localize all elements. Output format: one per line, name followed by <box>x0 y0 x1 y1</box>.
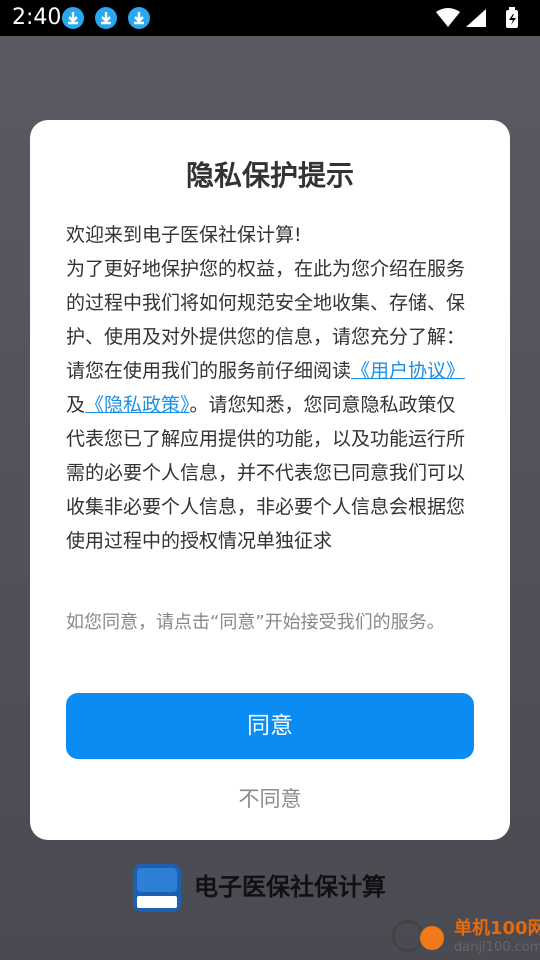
app-name: 电子医保社保计算 <box>194 873 386 901</box>
download-icon <box>62 7 84 29</box>
user-agreement-link[interactable]: 《用户协议》 <box>351 360 465 382</box>
logo-band <box>137 896 177 908</box>
watermark-name: 单机100网 <box>454 918 540 939</box>
agree-button[interactable]: 同意 <box>66 693 474 759</box>
disagree-button[interactable]: 不同意 <box>66 777 474 821</box>
watermark-url: danji100.com <box>454 940 540 955</box>
status-bar: 2:40 <box>0 0 540 36</box>
status-icons <box>434 6 530 30</box>
privacy-policy-link[interactable]: 《隐私政策》 <box>85 394 190 416</box>
watermark-dot-icon <box>420 926 444 950</box>
and-text: 及 <box>66 394 86 416</box>
status-time: 2:40 <box>12 5 62 30</box>
logo-shape <box>137 868 177 892</box>
intro-text: 为了更好地保护您的权益，在此为您介绍在服务的过程中我们将如何规范安全地收集、存储… <box>66 258 466 348</box>
read-instruction: 请您在使用我们的服务前仔细阅读《用户协议》及《隐私政策》。请您知悉，您同意隐私政… <box>66 354 472 558</box>
signal-icon <box>466 9 486 27</box>
dialog-title: 隐私保护提示 <box>185 159 354 192</box>
download-icon <box>95 7 117 29</box>
dialog-body[interactable]: 欢迎来到电子医保社保计算! 为了更好地保护您的权益，在此为您介绍在服务的过程中我… <box>66 218 472 580</box>
wifi-icon <box>436 8 460 27</box>
battery-icon <box>506 7 518 28</box>
download-icon <box>128 7 150 29</box>
consent-explanation: 。请您知悉，您同意隐私政策仅代表您已了解应用提供的功能，以及功能运行所需的必要个… <box>66 394 466 552</box>
app-logo <box>133 864 181 912</box>
read-prefix: 请您在使用我们的服务前仔细阅读 <box>66 360 352 382</box>
site-watermark: 单机100网 danji100.com <box>392 912 540 960</box>
privacy-dialog: 隐私保护提示 欢迎来到电子医保社保计算! 为了更好地保护您的权益，在此为您介绍在… <box>30 120 510 840</box>
welcome-text: 欢迎来到电子医保社保计算! <box>66 224 302 246</box>
consent-note: 如您同意，请点击“同意”开始接受我们的服务。 <box>66 612 445 633</box>
